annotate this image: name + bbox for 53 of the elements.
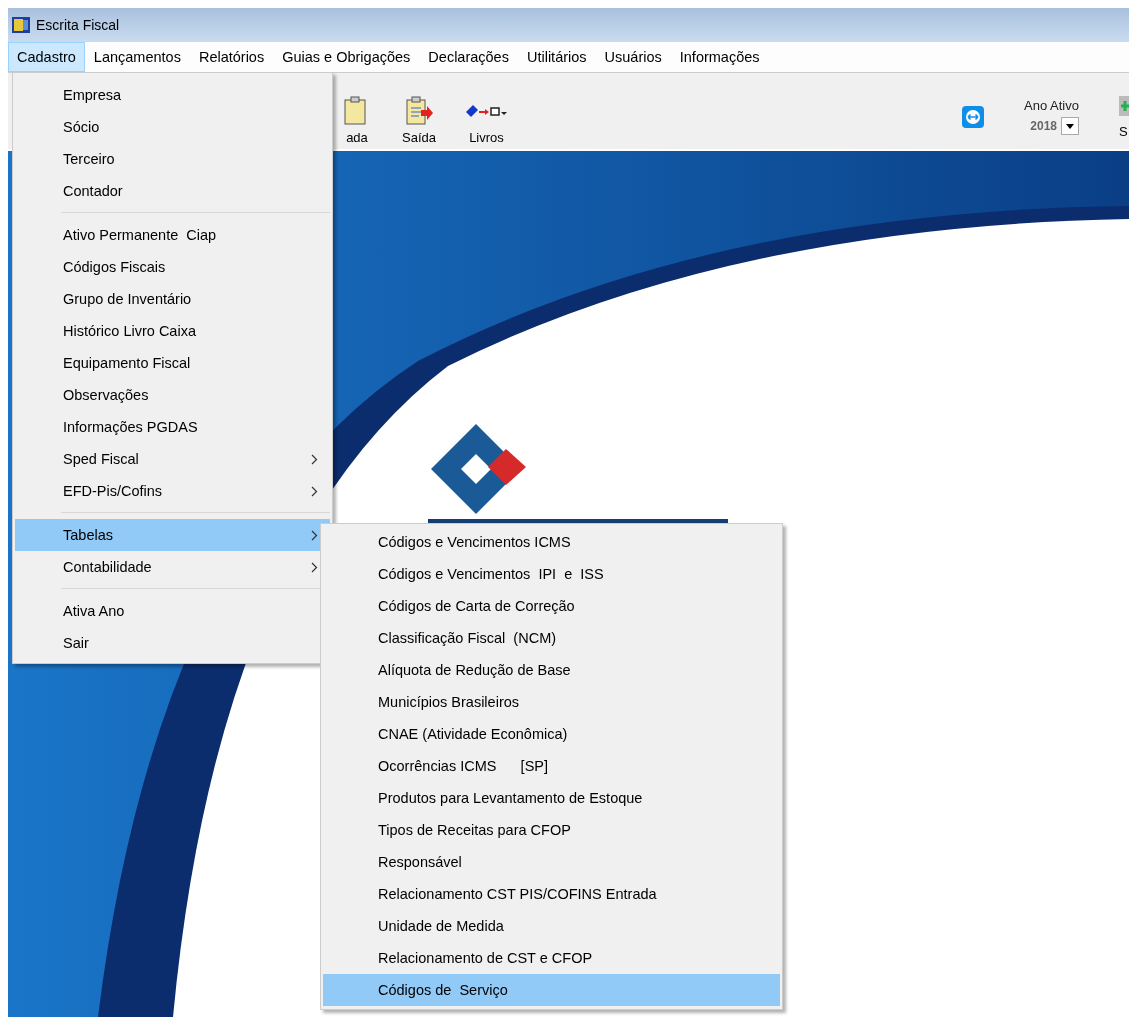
- menu-item[interactable]: Histórico Livro Caixa: [15, 315, 330, 347]
- menu-item[interactable]: Observações: [15, 379, 330, 411]
- dropdown-button[interactable]: [1061, 117, 1079, 135]
- menu-item[interactable]: Informações PGDAS: [15, 411, 330, 443]
- remote-support-icon[interactable]: [962, 105, 985, 128]
- window-title: Escrita Fiscal: [36, 17, 120, 33]
- year-value: 2018: [1030, 119, 1057, 133]
- menu-item[interactable]: Municípios Brasileiros: [323, 686, 780, 718]
- menu-item[interactable]: Códigos de Serviço: [323, 974, 780, 1006]
- menu-item[interactable]: Tabelas: [15, 519, 330, 551]
- menu-item[interactable]: Responsável: [323, 846, 780, 878]
- menu-item[interactable]: Informações: [670, 42, 769, 72]
- menu-item[interactable]: Grupo de Inventário: [15, 283, 330, 315]
- chevron-right-icon: [311, 529, 318, 541]
- caret-icon: [1066, 123, 1074, 129]
- app-icon: [12, 17, 30, 33]
- menu-item[interactable]: Ocorrências ICMS [SP]: [323, 750, 780, 782]
- menu-item[interactable]: Empresa: [15, 79, 330, 111]
- menu-item[interactable]: Classificação Fiscal (NCM): [323, 622, 780, 654]
- menu-item[interactable]: Sócio: [15, 111, 330, 143]
- menu-item[interactable]: Produtos para Levantamento de Estoque: [323, 782, 780, 814]
- menu-item[interactable]: Usuários: [595, 42, 671, 72]
- menu-item[interactable]: EFD-Pis/Cofins: [15, 475, 330, 507]
- toolbar-button[interactable]: S: [1119, 94, 1129, 139]
- chevron-right-icon: [311, 453, 318, 465]
- menu-item[interactable]: Códigos de Carta de Correção: [323, 590, 780, 622]
- menu-item[interactable]: Sped Fiscal: [15, 443, 330, 475]
- menu-item[interactable]: Alíquota de Redução de Base: [323, 654, 780, 686]
- menu-item[interactable]: Lançamentos: [84, 42, 190, 72]
- menu-item[interactable]: Guias e Obrigações: [273, 42, 420, 72]
- menu-item[interactable]: Cadastro: [8, 42, 85, 72]
- menu-item[interactable]: Códigos e Vencimentos IPI e ISS: [323, 558, 780, 590]
- menu-item[interactable]: Códigos Fiscais: [15, 251, 330, 283]
- menu-item[interactable]: Utilitários: [517, 42, 596, 72]
- toolbar-button[interactable]: Saída: [392, 96, 446, 145]
- menu-item[interactable]: Relacionamento CST PIS/COFINS Entrada: [323, 878, 780, 910]
- toolbar-button[interactable]: Livros: [456, 96, 517, 145]
- menu-item[interactable]: Terceiro: [15, 143, 330, 175]
- menu-item[interactable]: Unidade de Medida: [323, 910, 780, 942]
- menu-item[interactable]: Ativo Permanente Ciap: [15, 219, 330, 251]
- book-arrow-printer-icon: [466, 105, 507, 117]
- menu-item[interactable]: Declarações: [419, 42, 518, 72]
- menu-item[interactable]: Tipos de Receitas para CFOP: [323, 814, 780, 846]
- clipboard-arrow-icon: [404, 96, 434, 126]
- menu-item[interactable]: Relatórios: [189, 42, 274, 72]
- chevron-right-icon: [311, 561, 318, 573]
- toolbar-button[interactable]: ada: [332, 96, 382, 145]
- menu-item[interactable]: Equipamento Fiscal: [15, 347, 330, 379]
- menu-item[interactable]: Contador: [15, 175, 330, 207]
- menu-item[interactable]: Relacionamento de CST e CFOP: [323, 942, 780, 974]
- chevron-right-icon: [311, 485, 318, 497]
- menu-item[interactable]: CNAE (Atividade Econômica): [323, 718, 780, 750]
- year-label: Ano Ativo: [1024, 98, 1079, 113]
